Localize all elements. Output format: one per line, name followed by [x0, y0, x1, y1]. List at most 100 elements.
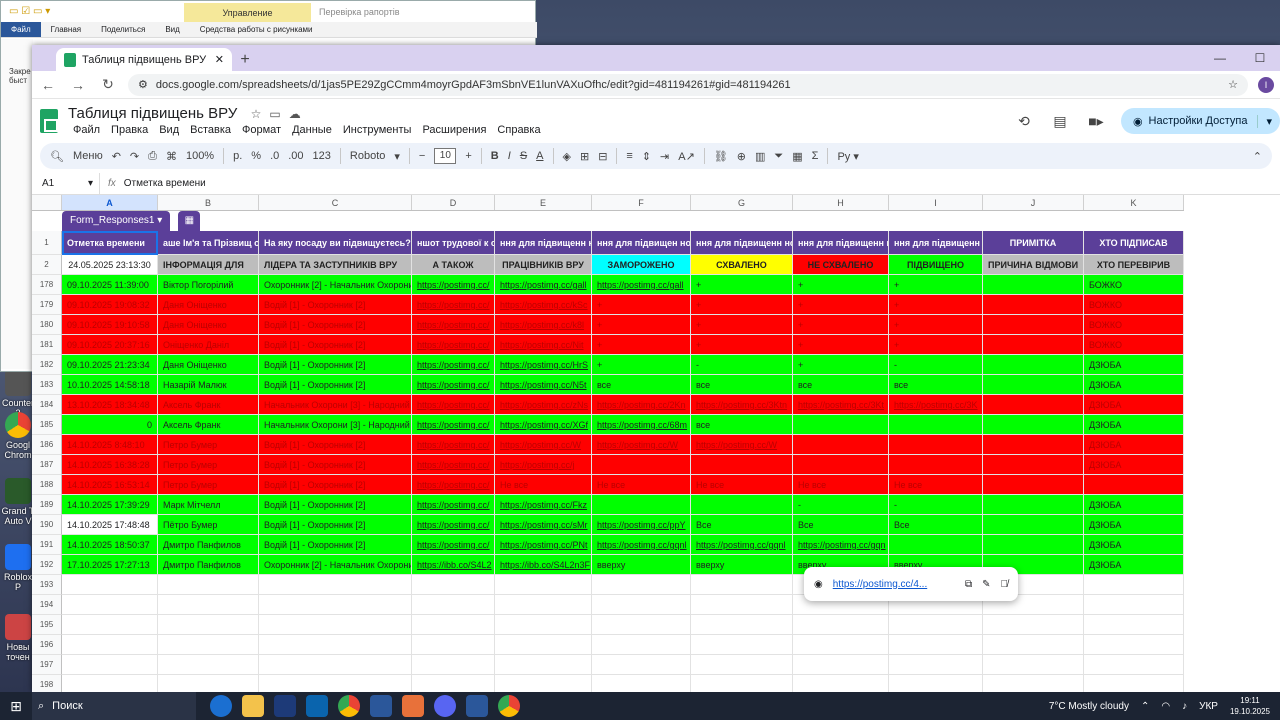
cell[interactable]: вверху — [592, 555, 691, 575]
column-header[interactable]: K — [1084, 195, 1184, 210]
outlook-icon[interactable] — [306, 695, 328, 717]
cell[interactable]: все — [592, 375, 691, 395]
row-number[interactable]: 189 — [32, 495, 62, 515]
explorer-icon[interactable] — [242, 695, 264, 717]
share-button[interactable]: ◉ Настройки Доступа ▾ — [1120, 108, 1280, 134]
cell[interactable] — [983, 535, 1084, 555]
cell[interactable]: https://postimg.cc/PNt — [495, 535, 592, 555]
windows-start-icon[interactable]: ⊞ — [0, 698, 32, 715]
cell[interactable]: https://postimg.cc/ppY — [592, 515, 691, 535]
cell[interactable]: https://postimg.cc/2Kn — [592, 395, 691, 415]
decrease-decimal-button[interactable]: .0 — [270, 150, 279, 162]
cell[interactable] — [158, 615, 259, 635]
cell[interactable] — [1084, 655, 1184, 675]
chevron-down-icon[interactable]: ▾ — [394, 150, 400, 163]
column-header[interactable]: E — [495, 195, 592, 210]
row-number[interactable]: 193 — [32, 575, 62, 595]
cell[interactable] — [691, 615, 793, 635]
cell[interactable]: Водій [1] - Охоронник [2] — [259, 375, 412, 395]
cell[interactable]: ДЗЮБА — [1084, 535, 1184, 555]
cell[interactable] — [259, 675, 412, 692]
cell[interactable] — [793, 435, 889, 455]
fill-color-icon[interactable]: ◈ — [563, 150, 571, 163]
cell[interactable]: https://postimg.cc/gqnl — [691, 535, 793, 555]
menu-view[interactable]: Вид — [159, 124, 179, 136]
move-folder-icon[interactable]: ▭ — [269, 107, 280, 121]
cell[interactable] — [1084, 615, 1184, 635]
cell[interactable]: + — [592, 335, 691, 355]
cell[interactable] — [592, 575, 691, 595]
redo-icon[interactable]: ↷ — [130, 150, 139, 163]
row-number[interactable]: 195 — [32, 615, 62, 635]
meet-icon[interactable]: ■▸ — [1085, 110, 1107, 132]
document-title[interactable]: Таблиця підвищень ВРУ — [68, 105, 237, 122]
cell[interactable]: Водій [1] - Охоронник [2] — [259, 535, 412, 555]
cell[interactable]: ння для підвищенн ного Вами знімку ч — [495, 231, 592, 255]
desktop-icon-roblox[interactable]: Roblox P — [0, 544, 36, 592]
cell[interactable]: https://postimg.cc/3Ktn — [691, 395, 793, 415]
menu-edit[interactable]: Правка — [111, 124, 148, 136]
cell[interactable]: все — [691, 415, 793, 435]
cell[interactable]: https://postimg.cc/ — [412, 395, 495, 415]
edit-icon[interactable]: ✎ — [982, 579, 990, 590]
cell[interactable] — [889, 635, 983, 655]
browser-tab[interactable]: Таблиця підвищень ВРУ - Goo ✕ — [56, 48, 232, 71]
network-icon[interactable]: ◠ — [1161, 701, 1170, 712]
cell[interactable] — [983, 495, 1084, 515]
cell[interactable]: Охоронник [2] - Начальник Охорони — [259, 555, 412, 575]
cell[interactable]: https://postimg.cc/gall — [592, 275, 691, 295]
row-number[interactable]: 180 — [32, 315, 62, 335]
cell[interactable]: https://postimg.cc/ — [412, 515, 495, 535]
chrome-active-icon[interactable] — [498, 695, 520, 717]
cell[interactable]: https://postimg.cc/Fkz — [495, 495, 592, 515]
cell[interactable] — [1084, 475, 1184, 495]
cell[interactable]: Петро Бумер — [158, 475, 259, 495]
word-icon[interactable] — [370, 695, 392, 717]
sheets-logo-icon[interactable] — [40, 109, 58, 133]
cell[interactable] — [1084, 595, 1184, 615]
cell[interactable]: ЛІДЕРА ТА ЗАСТУПНИКІВ ВРУ — [259, 255, 412, 275]
cell[interactable] — [1084, 675, 1184, 692]
cell[interactable]: Дмитро Панфилов — [158, 555, 259, 575]
input-tools-icon[interactable]: Ру ▾ — [837, 150, 858, 163]
cell[interactable]: 14.10.2025 17:48:48 — [62, 515, 158, 535]
cell[interactable]: Оніщенко Даніл — [158, 335, 259, 355]
word-tab-picture-tools[interactable]: Средства работы с рисунками — [190, 22, 323, 37]
cell[interactable]: Не все — [691, 475, 793, 495]
cell[interactable]: Водій [1] - Охоронник [2] — [259, 295, 412, 315]
cell[interactable]: ДЗЮБА — [1084, 355, 1184, 375]
cell[interactable]: Водій [1] - Охоронник [2] — [259, 315, 412, 335]
new-tab-button[interactable]: + — [232, 48, 258, 71]
cell[interactable] — [158, 595, 259, 615]
cell[interactable]: Дмитро Панфилов — [158, 535, 259, 555]
desktop-icon-counter[interactable]: Counter 2 — [0, 370, 36, 418]
cell[interactable] — [259, 635, 412, 655]
bookmark-star-icon[interactable]: ☆ — [1228, 78, 1238, 91]
cell[interactable] — [983, 615, 1084, 635]
cell[interactable]: 09.10.2025 19:10:58 — [62, 315, 158, 335]
cell[interactable] — [793, 655, 889, 675]
cell[interactable]: ДЗЮБА — [1084, 415, 1184, 435]
cell[interactable]: 13.10.2025 18:34:48 — [62, 395, 158, 415]
cell[interactable]: + — [592, 315, 691, 335]
tray-chevron-icon[interactable]: ⌃ — [1141, 701, 1149, 712]
cell[interactable] — [158, 575, 259, 595]
comments-icon[interactable]: ▤ — [1049, 110, 1071, 132]
spreadsheet-grid[interactable]: ABCDEFGHIJK Form_Responses1 ▾ ▦ 1 Отметка… — [32, 195, 1280, 692]
cell[interactable]: все — [691, 375, 793, 395]
cell[interactable]: А ТАКОЖ — [412, 255, 495, 275]
site-info-icon[interactable]: ⚙ — [138, 78, 148, 91]
row-number[interactable]: 181 — [32, 335, 62, 355]
cell[interactable]: ДЗЮБА — [1084, 435, 1184, 455]
cell[interactable]: ння для підвищенн ного Вами знімку ч — [691, 231, 793, 255]
cell[interactable]: БОЖКО — [1084, 275, 1184, 295]
cell[interactable]: Отметка времени — [62, 231, 158, 255]
cell[interactable] — [592, 635, 691, 655]
cell[interactable]: 14.10.2025 18:50:37 — [62, 535, 158, 555]
cell[interactable] — [158, 655, 259, 675]
print-icon[interactable]: ⎙ — [148, 150, 157, 163]
mic-icon[interactable] — [402, 695, 424, 717]
currency-button[interactable]: р. — [233, 150, 242, 162]
column-header[interactable]: J — [983, 195, 1084, 210]
word-tab-share[interactable]: Поделиться — [91, 22, 155, 37]
